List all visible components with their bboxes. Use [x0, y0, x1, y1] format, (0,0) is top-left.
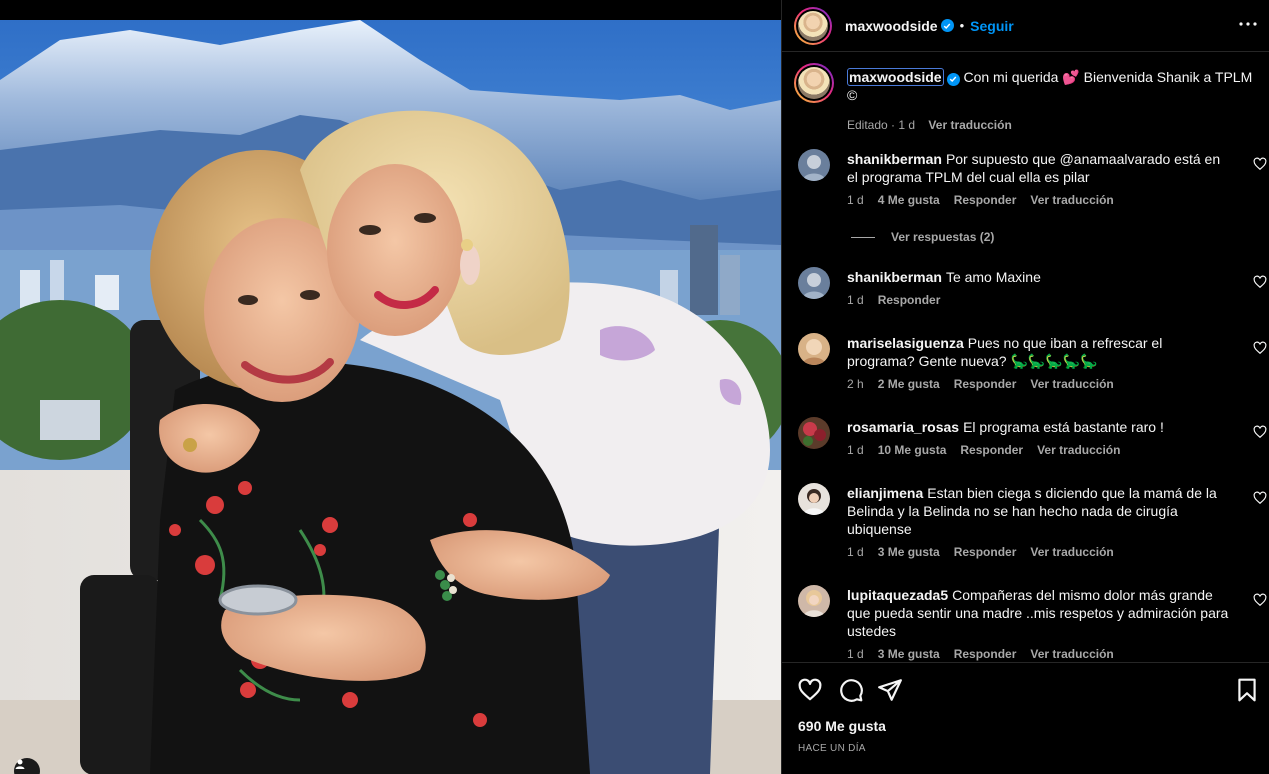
reply-button[interactable]: Responder [954, 545, 1017, 559]
comment-item: shanikberman Te amo Maxine 1 d Responder [798, 267, 1267, 307]
post-time[interactable]: Hace un día [798, 743, 866, 754]
view-replies-label[interactable]: Ver respuestas (2) [891, 230, 994, 244]
post-photo[interactable] [0, 0, 781, 774]
commenter-avatar[interactable] [798, 149, 830, 181]
translate-link[interactable]: Ver traducción [1037, 443, 1120, 457]
commenter-avatar[interactable] [798, 267, 830, 299]
translate-link[interactable]: Ver traducción [1030, 193, 1113, 207]
comment-likes[interactable]: 10 Me gusta [878, 443, 947, 457]
view-replies-button[interactable]: Ver respuestas (2) [851, 230, 994, 244]
comment-item: elianjimena Estan bien ciega s diciendo q… [798, 483, 1267, 559]
comment-age: 1 d [847, 193, 864, 207]
heart-icon[interactable] [1253, 593, 1267, 607]
comment-age: 1 d [847, 443, 864, 457]
comment-age: 2 h [847, 377, 864, 391]
commenter-avatar[interactable] [798, 483, 830, 515]
comment-item: mariselasiguenza Pues no que iban a refre… [798, 333, 1267, 391]
caption-age: 1 d [898, 118, 916, 132]
comment-item: rosamaria_rosas El programa está bastante… [798, 417, 1267, 457]
heart-icon[interactable] [1253, 341, 1267, 355]
comment-likes[interactable]: 2 Me gusta [878, 377, 940, 391]
post-image [0, 0, 781, 774]
caption-meta: Editado · 1 d Ver traducción [847, 116, 1254, 134]
more-options-icon[interactable] [1236, 12, 1260, 36]
comment-text: Te amo Maxine [945, 269, 1041, 285]
likes-count[interactable]: 690 Me gusta [798, 718, 886, 734]
comment-item: shanikberman Por supuesto que @anamaalvar… [798, 149, 1267, 207]
commenter-username[interactable]: rosamaria_rosas [847, 419, 959, 435]
heart-icon[interactable] [797, 677, 823, 703]
post-header: maxwoodside • Seguir [782, 0, 1269, 52]
commenter-username[interactable]: shanikberman [847, 269, 942, 285]
post-caption: maxwoodside Con mi querida 💕 Bienvenida … [794, 63, 1254, 134]
heart-icon[interactable] [1253, 275, 1267, 289]
translate-link[interactable]: Ver traducción [1030, 545, 1113, 559]
commenter-avatar[interactable] [798, 333, 830, 365]
comment-likes[interactable]: 4 Me gusta [878, 193, 940, 207]
author-avatar[interactable] [794, 6, 832, 45]
commenter-username[interactable]: mariselasiguenza [847, 335, 964, 351]
reply-button[interactable]: Responder [954, 193, 1017, 207]
heart-icon[interactable] [1253, 425, 1267, 439]
comment-age: 1 d [847, 647, 864, 661]
commenter-avatar[interactable] [798, 585, 830, 617]
verified-badge-icon [946, 72, 960, 86]
comment-icon[interactable] [838, 677, 864, 703]
comment-age: 1 d [847, 293, 864, 307]
author-username[interactable]: maxwoodside [845, 18, 938, 34]
share-icon[interactable] [877, 677, 903, 703]
comments-list[interactable]: maxwoodside Con mi querida 💕 Bienvenida … [782, 53, 1269, 661]
caption-username[interactable]: maxwoodside [847, 68, 944, 86]
verified-badge-icon [940, 19, 954, 32]
commenter-avatar[interactable] [798, 417, 830, 449]
commenter-username[interactable]: lupitaquezada5 [847, 587, 948, 603]
bookmark-icon[interactable] [1234, 677, 1260, 703]
reply-button[interactable]: Responder [878, 293, 941, 307]
caption-avatar[interactable] [794, 63, 834, 103]
comment-item: lupitaquezada5 Compañeras del mismo dolor… [798, 585, 1267, 661]
post-actions: 690 Me gusta Hace un día [782, 662, 1269, 774]
comment-age: 1 d [847, 545, 864, 559]
reply-button[interactable]: Responder [954, 377, 1017, 391]
post-detail-panel: maxwoodside • Seguir maxwoodside Con mi … [781, 0, 1269, 774]
commenter-username[interactable]: elianjimena [847, 485, 923, 501]
translate-link[interactable]: Ver traducción [1030, 647, 1113, 661]
header-separator: • [959, 18, 965, 33]
commenter-username[interactable]: shanikberman [847, 151, 942, 167]
follow-button[interactable]: Seguir [970, 18, 1014, 34]
reply-button[interactable]: Responder [954, 647, 1017, 661]
comment-likes[interactable]: 3 Me gusta [878, 647, 940, 661]
replies-line [851, 236, 875, 238]
reply-button[interactable]: Responder [960, 443, 1023, 457]
heart-icon[interactable] [1253, 491, 1267, 505]
translate-link[interactable]: Ver traducción [1030, 377, 1113, 391]
heart-icon[interactable] [1253, 157, 1267, 171]
comment-text: El programa está bastante raro ! [963, 419, 1164, 435]
translate-link[interactable]: Ver traducción [928, 118, 1011, 132]
comment-likes[interactable]: 3 Me gusta [878, 545, 940, 559]
edited-label: Editado [847, 118, 888, 132]
